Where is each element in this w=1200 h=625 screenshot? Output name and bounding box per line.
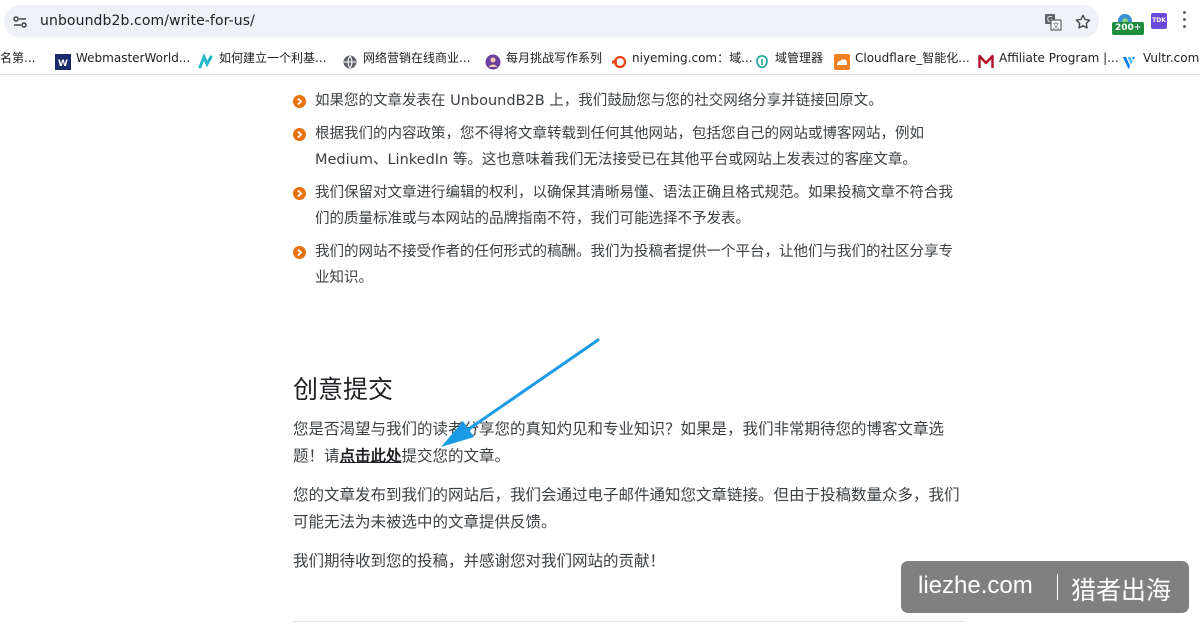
watermark-domain: liezhe.com <box>918 572 1033 599</box>
watermark: liezhe.com 猎者出海 <box>901 561 1189 613</box>
annotation-arrow-icon <box>441 338 600 447</box>
watermark-divider <box>1057 574 1058 600</box>
watermark-brand: 猎者出海 <box>1071 576 1172 605</box>
